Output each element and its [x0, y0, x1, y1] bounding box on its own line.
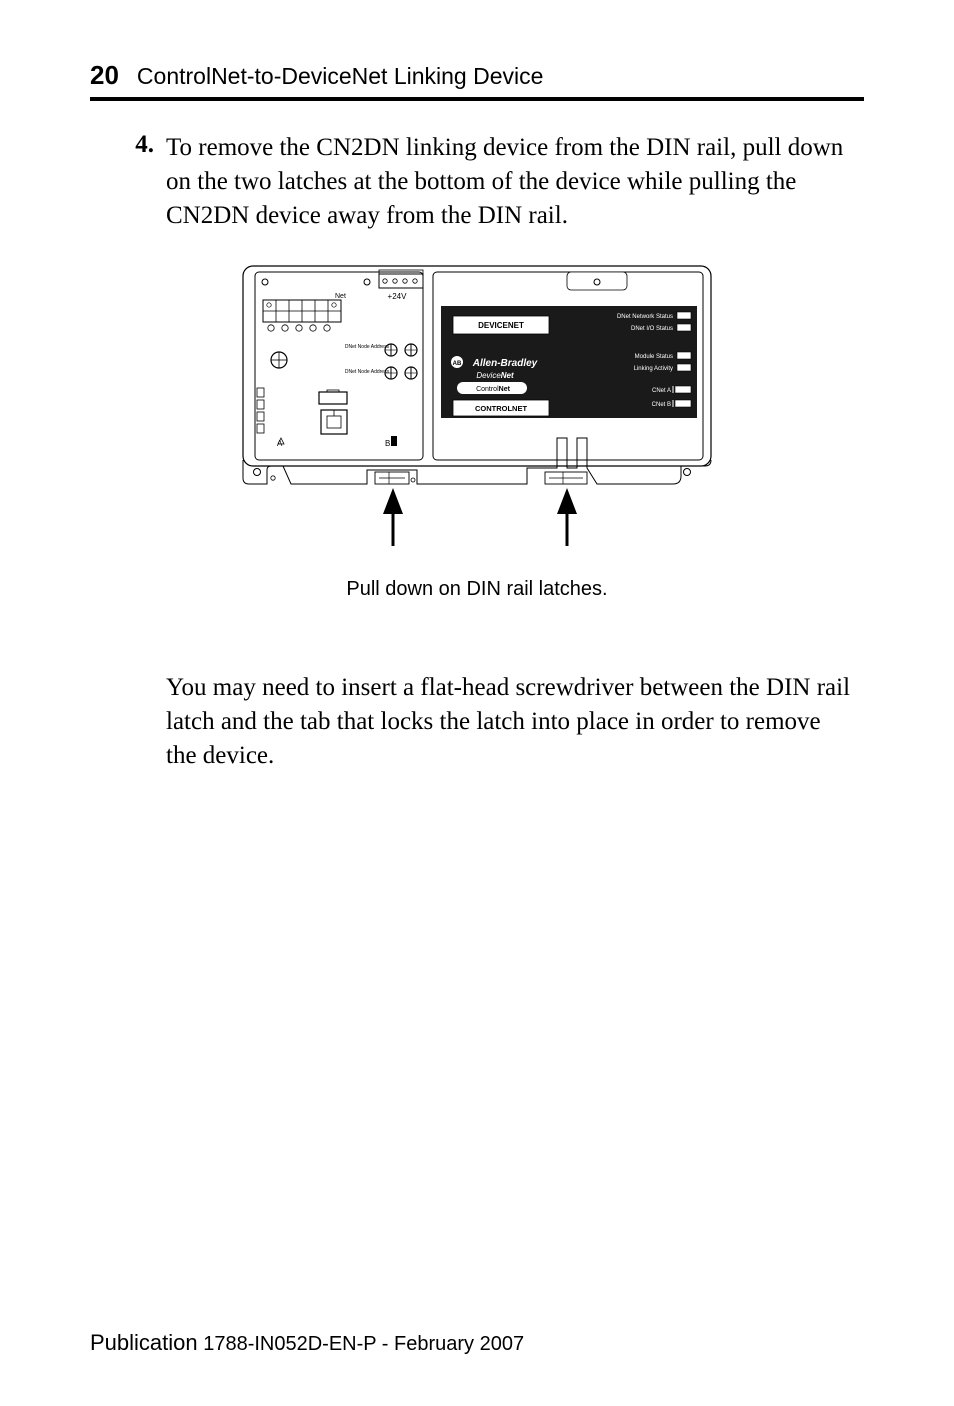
label-dnet-node-2: DNet Node Address: [345, 369, 390, 375]
label-dnet-node-1: DNet Node Address: [345, 344, 390, 350]
header-divider: [90, 97, 864, 101]
svg-text:ControlNet: ControlNet: [476, 386, 511, 393]
arrow-left-icon: [383, 488, 403, 546]
label-b: B: [385, 439, 390, 448]
figure-caption: Pull down on DIN rail latches.: [346, 578, 607, 601]
label-dnet-network-status: DNet Network Status: [617, 314, 673, 320]
page-number: 20: [90, 60, 119, 91]
page-header: 20 ControlNet-to-DeviceNet Linking Devic…: [90, 60, 864, 91]
publication-code: 1788-IN052D-EN-P - February 2007: [203, 1333, 524, 1355]
followup-paragraph: You may need to insert a flat-head screw…: [166, 671, 854, 772]
arrow-right-icon: [557, 488, 577, 546]
header-title: ControlNet-to-DeviceNet Linking Device: [137, 63, 544, 90]
label-24v: +24V: [388, 292, 408, 301]
label-cnet-b: CNet B: [652, 402, 671, 408]
publication-prefix: Publication: [90, 1330, 198, 1355]
label-linking-activity: Linking Activity: [634, 366, 673, 372]
label-module-status: Module Status: [635, 354, 673, 360]
svg-text:DeviceNet: DeviceNet: [476, 371, 514, 380]
label-cnet-a: CNet A: [652, 388, 671, 394]
figure: +24V Net DNet Node Address DNet Node Add…: [90, 260, 864, 601]
step-text: To remove the CN2DN linking device from …: [166, 131, 854, 232]
publication-line: Publication 1788-IN052D-EN-P - February …: [90, 1330, 524, 1356]
device-diagram: +24V Net DNet Node Address DNet Node Add…: [237, 260, 717, 570]
svg-text:AB: AB: [453, 361, 462, 367]
label-controlnet: CONTROLNET: [475, 404, 527, 413]
label-devicenet: DEVICENET: [478, 321, 524, 330]
label-allen-bradley: Allen-Bradley: [472, 358, 538, 369]
label-net: Net: [335, 293, 346, 300]
step-number: 4.: [130, 131, 154, 232]
step-4: 4. To remove the CN2DN linking device fr…: [130, 131, 854, 232]
label-dnet-io-status: DNet I/O Status: [631, 326, 673, 332]
